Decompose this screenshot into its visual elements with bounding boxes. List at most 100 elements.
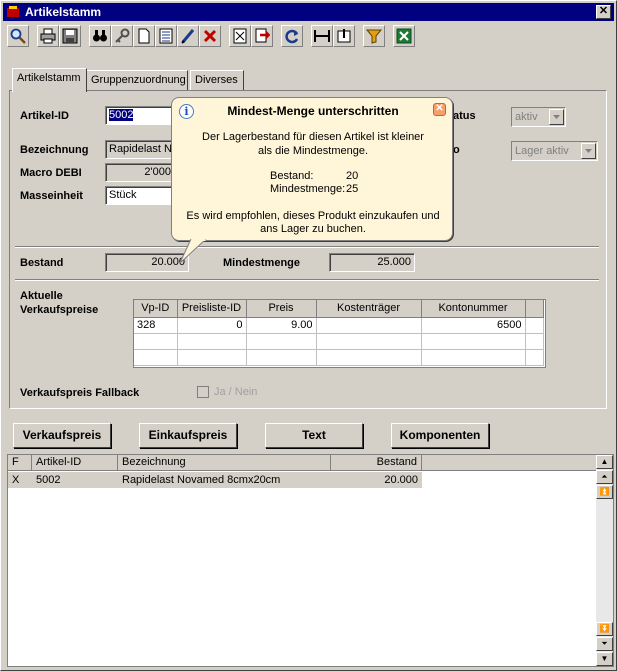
expand-icon[interactable]: [311, 25, 333, 47]
macro-debi-field[interactable]: 2'000: [105, 163, 175, 182]
list-cell-bezeichnung[interactable]: Rapidelast Novamed 8cmx20cm: [118, 472, 331, 488]
text-button[interactable]: Text: [265, 423, 363, 448]
table-row[interactable]: 328 0 9.00 6500: [134, 317, 544, 334]
list-cell-f[interactable]: X: [8, 472, 32, 488]
bezeichnung-field[interactable]: Rapidelast No: [105, 140, 175, 159]
balloon-bestand-label: Bestand:: [270, 170, 314, 182]
lager-value: Lager aktiv: [515, 145, 569, 157]
balloon-close-button[interactable]: ✕: [433, 103, 446, 116]
article-list[interactable]: F Artikel-ID Bezeichnung Bestand X 5002 …: [7, 454, 614, 667]
list-cell-artikel-id[interactable]: 5002: [32, 472, 118, 488]
save-icon[interactable]: [59, 25, 81, 47]
fallback-label: Verkaufspreis Fallback: [20, 387, 140, 399]
toolbar: [5, 25, 425, 49]
scroll-down-icon[interactable]: ▼: [596, 652, 613, 666]
verkaufspreis-button[interactable]: Verkaufspreis: [13, 423, 111, 448]
window-title: Artikelstamm: [25, 5, 102, 19]
grid-cell[interactable]: 6500: [421, 317, 526, 334]
bestand-field[interactable]: 20.000: [105, 253, 189, 272]
status-label: atus: [453, 110, 476, 122]
fallback-checkbox-label: Ja / Nein: [214, 386, 258, 398]
new-document-icon[interactable]: [133, 25, 155, 47]
lager-label: o: [453, 144, 460, 156]
article-master-window: Artikelstamm ✕ Artikelstamm Gruppenzuord…: [0, 0, 617, 671]
einkaufspreis-button[interactable]: Einkaufspreis: [139, 423, 237, 448]
separator: [15, 279, 599, 281]
verkaufspreise-label-line2: Verkaufspreise: [20, 304, 99, 316]
grid-header-preisliste-id[interactable]: Preisliste-ID: [177, 300, 247, 318]
scroll-page-up-icon[interactable]: ⏶: [596, 470, 613, 484]
balloon-title: Mindest-Menge unterschritten: [227, 104, 399, 118]
vertical-scrollbar[interactable]: ▲ ⏶ ⏫ ⏬ ⏷ ▼: [596, 455, 613, 666]
app-icon: [7, 6, 19, 17]
mindestmenge-field[interactable]: 25.000: [329, 253, 415, 272]
close-button[interactable]: ✕: [596, 5, 611, 19]
scroll-top-icon[interactable]: ⏫: [596, 485, 613, 499]
title-bar: Artikelstamm ✕: [3, 3, 614, 21]
masseinheit-label: Masseinheit: [20, 190, 83, 202]
filter-icon[interactable]: [363, 25, 385, 47]
list-header-artikel-id[interactable]: Artikel-ID: [32, 455, 118, 471]
balloon-tail: [179, 239, 207, 264]
grid-header-vp-id[interactable]: Vp-ID: [134, 300, 178, 318]
balloon-mindest-label: Mindestmenge:: [270, 183, 346, 195]
bezeichnung-label: Bezeichnung: [20, 144, 89, 156]
grid-cell[interactable]: 0: [177, 317, 247, 334]
binoculars-icon[interactable]: [89, 25, 111, 47]
status-value: aktiv: [515, 111, 538, 123]
komponenten-button[interactable]: Komponenten: [391, 423, 489, 448]
verkaufspreise-label-line1: Aktuelle: [20, 290, 63, 302]
collapse-icon[interactable]: [333, 25, 355, 47]
price-grid[interactable]: Vp-ID Preisliste-ID Preis Kostenträger K…: [133, 299, 546, 368]
list-cell-bestand[interactable]: 20.000: [331, 472, 422, 488]
artikel-id-label: Artikel-ID: [20, 110, 69, 122]
export-icon[interactable]: [251, 25, 273, 47]
grid-header-filler: [525, 300, 544, 318]
list-icon[interactable]: [155, 25, 177, 47]
grid-cell: [525, 317, 544, 334]
tab-artikelstamm[interactable]: Artikelstamm: [12, 68, 87, 92]
calculator-icon[interactable]: [229, 25, 251, 47]
scroll-up-icon[interactable]: ▲: [596, 455, 613, 469]
refresh-icon[interactable]: [281, 25, 303, 47]
lager-select[interactable]: Lager aktiv: [511, 141, 598, 161]
tab-gruppenzuordnung[interactable]: Gruppenzuordnung: [86, 70, 188, 91]
scroll-bottom-icon[interactable]: ⏬: [596, 622, 613, 636]
balloon-text-line3: Es wird empfohlen, dieses Produkt einzuk…: [186, 210, 440, 222]
table-row[interactable]: [134, 333, 544, 350]
grid-cell[interactable]: 328: [134, 317, 178, 334]
excel-icon[interactable]: [393, 25, 415, 47]
separator: [15, 246, 599, 248]
delete-icon[interactable]: [199, 25, 221, 47]
table-row[interactable]: [134, 349, 544, 366]
grid-header-preis[interactable]: Preis: [246, 300, 317, 318]
scroll-page-down-icon[interactable]: ⏷: [596, 637, 613, 651]
balloon-text-line1: Der Lagerbestand für diesen Artikel ist …: [202, 131, 424, 143]
tab-diverses[interactable]: Diverses: [190, 70, 244, 91]
search-icon[interactable]: [7, 25, 29, 47]
chevron-down-icon: [549, 109, 564, 125]
list-header-f[interactable]: F: [8, 455, 32, 471]
grid-header-kontonummer[interactable]: Kontonummer: [421, 300, 526, 318]
key-icon[interactable]: [111, 25, 133, 47]
grid-cell[interactable]: [316, 317, 422, 334]
artikel-id-value: 5002: [109, 109, 134, 121]
list-header-filler: [422, 455, 597, 471]
list-header-bestand[interactable]: Bestand: [331, 455, 422, 471]
artikel-id-field[interactable]: 5002: [105, 106, 175, 125]
balloon-mindest-value: 25: [346, 183, 359, 195]
fallback-checkbox[interactable]: [197, 386, 209, 398]
edit-icon[interactable]: [177, 25, 199, 47]
print-icon[interactable]: [37, 25, 59, 47]
masseinheit-field[interactable]: Stück: [105, 186, 175, 205]
chevron-down-icon: [581, 143, 596, 159]
balloon-text-line4: ans Lager zu buchen.: [260, 223, 366, 235]
macro-debi-label: Macro DEBI: [20, 167, 82, 179]
list-header-bezeichnung[interactable]: Bezeichnung: [118, 455, 331, 471]
mindestmenge-label: Mindestmenge: [223, 257, 301, 269]
balloon-text-line2: als die Mindestmenge.: [257, 145, 369, 157]
status-select[interactable]: aktiv: [511, 107, 566, 127]
grid-header-kostentraeger[interactable]: Kostenträger: [316, 300, 422, 318]
grid-cell[interactable]: 9.00: [246, 317, 317, 334]
warning-balloon: i Mindest-Menge unterschritten ✕ Der Lag…: [171, 97, 453, 241]
